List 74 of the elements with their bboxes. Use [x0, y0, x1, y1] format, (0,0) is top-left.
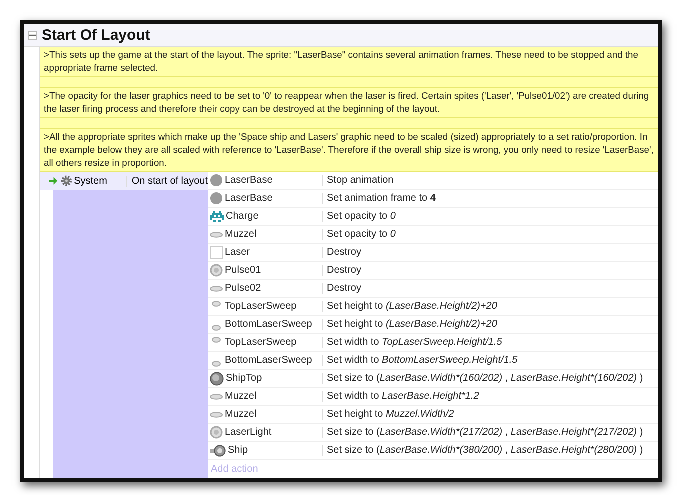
- invader-icon: [210, 211, 224, 222]
- dot-icon: [212, 324, 221, 330]
- object-name: LaserLight: [225, 427, 272, 438]
- comment-text: >The opacity for the laser graphics need to be set to '0' to reappear when the laser is fired. Certain spites ('Laser', 'Pulse01/02') are created during the laser firing process and therefore their copy can be destroyed at the beginning of the layout.: [40, 88, 658, 118]
- action-text: Set size to (LaserBase.Width*(380/200) , LaserBase.Height*(280/200) ): [322, 445, 644, 456]
- ring-icon: [210, 264, 223, 277]
- action-row[interactable]: BottomLaserSweep Set height to (LaserBase.Height/2)+20: [208, 316, 658, 334]
- collapse-button[interactable]: [28, 30, 37, 40]
- action-row[interactable]: TopLaserSweep Set width to TopLaserSweep.Height/1.5: [208, 334, 658, 352]
- sphere-icon: [210, 174, 223, 187]
- sphere-icon: [210, 192, 223, 205]
- action-text: Destroy: [322, 265, 362, 276]
- action-text: Set width to BottomLaserSweep.Height/1.5: [322, 355, 518, 366]
- action-text: Set width to TopLaserSweep.Height/1.5: [322, 337, 502, 348]
- action-row[interactable]: Ship Set size to (LaserBase.Width*(380/200) , LaserBase.Height*(280/200) ): [208, 442, 658, 460]
- action-text: Destroy: [322, 247, 362, 258]
- ring-icon: [210, 426, 223, 439]
- dot-icon: [212, 300, 221, 306]
- lens-icon: [210, 232, 223, 238]
- action-text: Stop animation: [322, 175, 394, 186]
- action-text: Set width to LaserBase.Height*1.2: [322, 391, 480, 402]
- object-name: ShipTop: [226, 373, 262, 384]
- action-text: Set opacity to 0: [322, 229, 396, 240]
- object-name: Pulse02: [225, 283, 262, 294]
- trigger-arrow-icon: [49, 177, 58, 185]
- comment-text: >This sets up the game at the start of the layout. The sprite: "LaserBase" contains several animation frames. These need to be stopped and the appropriate frame selected.: [40, 47, 658, 77]
- ship-icon: [210, 444, 226, 456]
- object-name: Muzzel: [225, 229, 257, 240]
- action-row[interactable]: LaserBase Set animation frame to 4: [208, 190, 658, 208]
- lens-icon: [210, 394, 223, 400]
- action-text: Set size to (LaserBase.Width*(160/202) , LaserBase.Height*(160/202) ): [322, 373, 644, 384]
- group-title: Start Of Layout: [42, 26, 150, 44]
- action-text: Set opacity to 0: [322, 211, 396, 222]
- object-name: TopLaserSweep: [225, 301, 297, 312]
- action-row[interactable]: Muzzel Set width to LaserBase.Height*1.2: [208, 388, 658, 406]
- action-row[interactable]: BottomLaserSweep Set width to BottomLaserSweep.Height/1.5: [208, 352, 658, 370]
- action-row[interactable]: LaserLight Set size to (LaserBase.Width*(217/202) , LaserBase.Height*(217/202) ): [208, 424, 658, 442]
- object-name: LaserBase: [225, 175, 273, 186]
- action-row[interactable]: Pulse02 Destroy: [208, 280, 658, 298]
- object-name: LaserBase: [225, 193, 273, 204]
- action-row[interactable]: Pulse01 Destroy: [208, 262, 658, 280]
- action-row[interactable]: ShipTop Set size to (LaserBase.Width*(160/202) , LaserBase.Height*(160/202) ): [208, 370, 658, 388]
- orb-icon: [210, 372, 224, 386]
- object-name: Muzzel: [225, 409, 257, 420]
- condition-row[interactable]: System On start of layout: [40, 172, 208, 190]
- lens-icon: [210, 412, 223, 418]
- action-row[interactable]: Muzzel Set height to Muzzel.Width/2: [208, 406, 658, 424]
- action-row[interactable]: Muzzel Set opacity to 0: [208, 226, 658, 244]
- action-row[interactable]: TopLaserSweep Set height to (LaserBase.Height/2)+20: [208, 298, 658, 316]
- object-name: Pulse01: [225, 265, 262, 276]
- dot-icon: [212, 360, 221, 366]
- condition-object: System: [74, 176, 108, 186]
- action-text: Set height to Muzzel.Width/2: [322, 409, 454, 420]
- object-name: BottomLaserSweep: [225, 319, 312, 330]
- action-row[interactable]: LaserBase Stop animation: [208, 172, 658, 190]
- action-row[interactable]: Charge Set opacity to 0: [208, 208, 658, 226]
- action-text: Set size to (LaserBase.Width*(217/202) , LaserBase.Height*(217/202) ): [322, 427, 644, 438]
- action-text: Set height to (LaserBase.Height/2)+20: [322, 319, 498, 330]
- object-name: Ship: [228, 445, 248, 456]
- gear-icon: [60, 175, 72, 187]
- action-text: Set animation frame to 4: [322, 193, 436, 204]
- comment-text: >All the appropriate sprites which make up the 'Space ship and Lasers' graphic need to be scaled (sized) appropriately to a set ratio/proportion. In the example below they are all scaled with reference to 'LaserBase'. Therefore if the overall ship size is wrong, you only need to resize 'LaserBase', all others resize in proportion.: [40, 129, 658, 172]
- dot-icon: [212, 336, 221, 342]
- object-name: Charge: [226, 211, 259, 222]
- action-text: Set height to (LaserBase.Height/2)+20: [322, 301, 498, 312]
- lens-icon: [210, 286, 223, 292]
- action-text: Destroy: [322, 283, 362, 294]
- blank-sprite-icon: [210, 246, 223, 259]
- action-row[interactable]: Laser Destroy: [208, 244, 658, 262]
- object-name: TopLaserSweep: [225, 337, 297, 348]
- object-name: Laser: [225, 247, 250, 258]
- condition-text: On start of layout: [126, 176, 208, 186]
- object-name: Muzzel: [225, 391, 257, 402]
- object-name: BottomLaserSweep: [225, 355, 312, 366]
